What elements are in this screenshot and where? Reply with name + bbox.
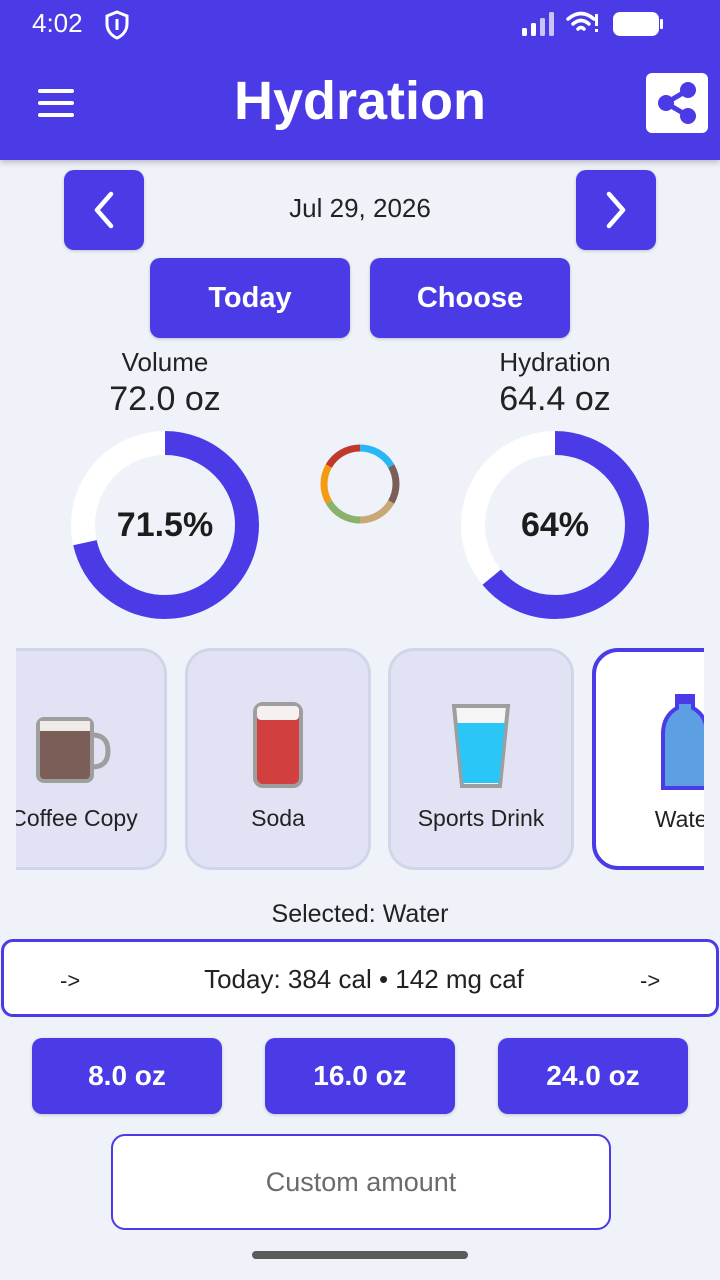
water-bottle-icon xyxy=(661,694,704,790)
drink-card-soda[interactable]: Soda xyxy=(185,648,371,870)
drink-name: Coffee Copy xyxy=(16,805,138,831)
beverage-mix-segment xyxy=(359,444,395,468)
beverage-mix-ring xyxy=(320,444,400,524)
page-title: Hydration xyxy=(233,71,487,131)
volume-value: 72.0 oz xyxy=(109,380,221,418)
daily-summary-banner: -> Today: 384 cal • 142 mg caf -> xyxy=(1,939,719,1017)
volume-label: Volume xyxy=(121,347,209,377)
amount-button-8oz[interactable]: 8.0 oz xyxy=(32,1038,222,1114)
home-indicator[interactable] xyxy=(252,1251,468,1259)
share-icon xyxy=(658,82,696,124)
beverage-mix-segment xyxy=(320,464,332,504)
wifi-icon xyxy=(566,11,598,32)
drink-card-sports-drink[interactable]: Sports Drink xyxy=(388,648,574,870)
coffee-mug-icon xyxy=(36,717,111,783)
chevron-left-icon xyxy=(94,191,114,229)
choose-date-button[interactable]: Choose xyxy=(370,258,570,338)
status-time: 4:02 xyxy=(32,8,83,38)
share-button[interactable] xyxy=(646,73,708,133)
hydration-percent: 64% xyxy=(520,506,590,544)
selected-drink-text: Selected: Water xyxy=(0,900,720,929)
beverage-mix-segment xyxy=(325,500,361,524)
soda-glass-icon xyxy=(253,702,303,788)
battery-icon xyxy=(613,12,663,36)
summary-left-arrow[interactable]: -> xyxy=(60,968,80,994)
date-label: Jul 29, 2026 xyxy=(289,193,431,223)
hydration-label: Hydration xyxy=(499,347,611,377)
sports-drink-glass-icon xyxy=(451,704,511,788)
signal-icon xyxy=(522,12,554,36)
volume-percent: 71.5% xyxy=(116,506,214,544)
drink-carousel[interactable]: Coffee Copy Soda Sports Drink Water xyxy=(16,646,704,872)
chevron-right-icon xyxy=(606,191,626,229)
today-button[interactable]: Today xyxy=(150,258,350,338)
drink-card-coffee-copy[interactable]: Coffee Copy xyxy=(16,648,167,870)
drink-name: Water xyxy=(654,806,704,832)
custom-amount-input[interactable] xyxy=(111,1134,611,1230)
hamburger-menu-icon[interactable] xyxy=(36,86,76,120)
drink-name: Soda xyxy=(251,805,305,831)
amount-button-24oz[interactable]: 24.0 oz xyxy=(498,1038,688,1114)
selected-drink-name: Water xyxy=(382,900,449,928)
drink-card-water[interactable]: Water xyxy=(592,648,704,870)
beverage-mix-segment xyxy=(359,500,395,524)
app-bar: 4:02 Hydration xyxy=(0,0,720,160)
beverage-mix-segment xyxy=(325,444,361,468)
beverage-mix-segment xyxy=(388,464,400,504)
next-day-button[interactable] xyxy=(576,170,656,250)
shield-icon xyxy=(105,10,129,40)
daily-summary-text: Today: 384 cal • 142 mg caf xyxy=(204,964,524,994)
hydration-value: 64.4 oz xyxy=(499,380,611,418)
summary-right-arrow[interactable]: -> xyxy=(640,968,660,994)
amount-button-16oz[interactable]: 16.0 oz xyxy=(265,1038,455,1114)
previous-day-button[interactable] xyxy=(64,170,144,250)
selected-prefix: Selected: xyxy=(271,900,376,928)
drink-name: Sports Drink xyxy=(417,805,545,831)
